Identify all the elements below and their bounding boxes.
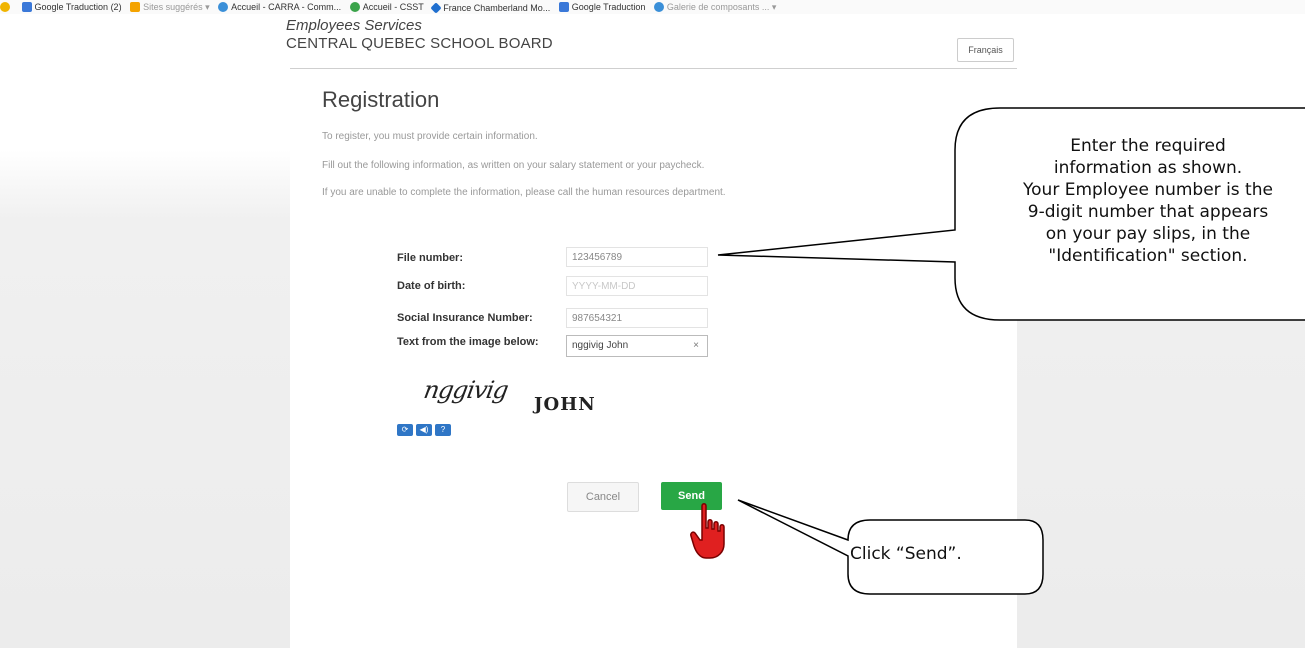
callouts-overlay <box>717 107 1305 595</box>
callout-line: Your Employee number is the <box>1023 180 1273 200</box>
callout-line: on your pay slips, in the <box>1045 224 1251 244</box>
send-callout-text: Click “Send”. <box>850 544 962 564</box>
callout-line: Enter the required <box>1070 136 1226 156</box>
callout-line: 9-digit number that appears <box>1027 202 1269 222</box>
callout-line: information as shown. <box>1053 158 1243 178</box>
callout-line: "Identification" section. <box>1048 246 1248 266</box>
info-callout-text: Enter the required information as shown.… <box>968 135 1305 267</box>
